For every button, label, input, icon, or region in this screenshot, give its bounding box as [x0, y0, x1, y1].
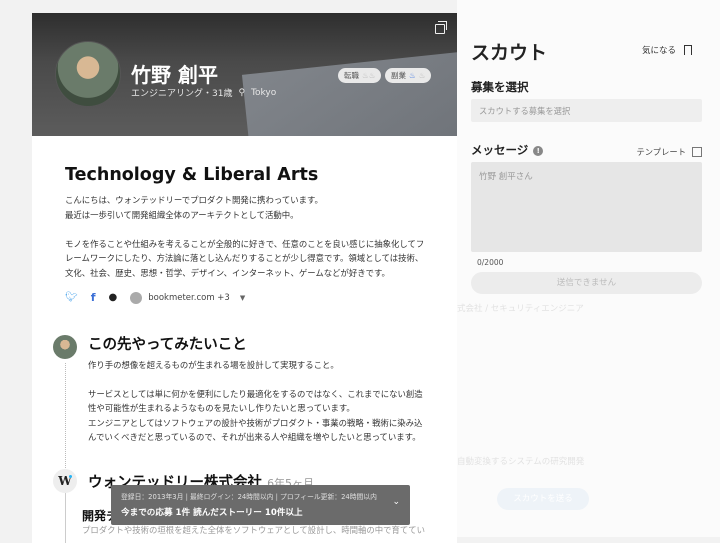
info-icon[interactable]: ! — [533, 146, 544, 156]
future-heading: この先やってみたいこと — [88, 337, 247, 353]
send-button[interactable]: 送信できません — [471, 272, 702, 294]
intro-text: こんにちは、ウォンテッドリーでプロダクト開発に携わっています。 最近は一歩引いて… — [65, 193, 425, 280]
char-count: 0/2000 — [477, 258, 504, 267]
section-avatar — [53, 335, 77, 359]
twitter-icon[interactable]: 🐦︎ — [65, 292, 78, 303]
github-icon[interactable]: ● — [109, 292, 118, 303]
flame-icon: ♨♨ — [362, 71, 376, 80]
template-button[interactable]: テンプレート — [636, 146, 702, 158]
profile-headline: Technology & Liberal Arts — [65, 165, 319, 185]
social-links: 🐦︎ f ● bookmeter.com +3 ▼ — [65, 291, 245, 304]
template-label: テンプレート — [636, 147, 686, 157]
scout-title: スカウト — [471, 42, 548, 64]
copy-icon[interactable] — [435, 21, 447, 34]
message-textarea[interactable]: 竹野 創平さん — [471, 162, 702, 252]
send-scout-button: スカウトを送る — [497, 488, 589, 510]
activity-meta: 登録日：2013年3月 | 最終ログイン：24時間以内 | プロフィール更新：2… — [121, 493, 377, 501]
future-text: 作り手の想像を超えるものが生まれる場を設計して実現すること。 サービスとしては単… — [88, 358, 448, 445]
intro-line: モノを作ることや仕組みを考えることが全般的に好きで、任意のことを良い感じに抽象化… — [65, 238, 425, 249]
timeline-dotted-line — [65, 363, 66, 468]
scout-panel: 式会社 / セキュリティエンジニア 自動変換するシステムの研究開発 スカウトを送… — [457, 0, 720, 537]
profile-name: 竹野 創平 — [131, 63, 218, 87]
flame-icon: ♨ — [418, 71, 426, 80]
future-line: 性や可能性が生まれるようなものを見たいし作りたいと思っています。 — [88, 403, 355, 413]
company-logo: W — [53, 469, 77, 493]
badge-label: 転職 — [344, 71, 359, 80]
future-line: んでいくべきだと思っているので、それが出来る人や組織を増やしたいと思っています。 — [88, 432, 421, 442]
badge-label: 副業 — [391, 71, 406, 80]
website-link[interactable]: bookmeter.com +3 ▼ — [130, 291, 245, 304]
future-line: サービスとしては単に何かを便利にしたり最適化をするのではなく、これまでにない創造 — [88, 388, 423, 399]
profile-role-age: エンジニアリング・31歳 — [131, 89, 233, 99]
bookmark-icon — [684, 45, 692, 55]
background-text: 自動変換するシステムの研究開発 — [457, 457, 585, 467]
facebook-icon[interactable]: f — [91, 291, 96, 304]
activity-stats: 今までの応募 1件 読んだストーリー 10件以上 — [121, 508, 303, 518]
message-label: メッセージ! — [471, 142, 544, 158]
template-icon — [692, 147, 702, 157]
background-text: 式会社 / セキュリティエンジニア — [457, 304, 584, 314]
future-line: 作り手の想像を超えるものが生まれる場を設計して実現すること。 — [88, 360, 339, 370]
location-pin-icon: ⚲ — [238, 87, 246, 98]
chevron-down-icon[interactable]: ⌄ — [392, 497, 400, 507]
flame-icon: ♨ — [409, 71, 416, 80]
timeline-line — [65, 493, 66, 543]
intro-line: 文化、社会、歴史、思想・哲学、デザイン、インターネット、ゲームなどが好きです。 — [65, 267, 390, 278]
badge-side-job: 副業 ♨ ♨ — [385, 68, 432, 83]
caret-down-icon[interactable]: ▼ — [240, 294, 245, 302]
profile-subtitle: エンジニアリング・31歳 ⚲ Tokyo — [131, 86, 277, 100]
profile-location: Tokyo — [251, 87, 277, 98]
experience-desc: プロダクトや技術の垣根を超えた全体をソフトウェアとして設計し、時間軸の中で育てて… — [82, 525, 425, 535]
intro-line: こんにちは、ウォンテッドリーでプロダクト開発に携わっています。 — [65, 195, 323, 205]
future-line: エンジニアとしてはソフトウェアの設計や技術がプロダクト・事業の戦略・戦術に染み込 — [88, 417, 423, 428]
intro-line: レームワークにしたり、方法論に落とし込んだりすることが少し得意です。領域としては… — [65, 253, 424, 263]
avatar — [55, 41, 121, 107]
watch-label: 気になる — [641, 46, 676, 56]
message-label-text: メッセージ — [471, 143, 529, 157]
recruit-label: 募集を選択 — [471, 80, 529, 94]
profile-card: 竹野 創平 エンジニアリング・31歳 ⚲ Tokyo 転職 ♨♨ 副業 ♨ ♨ Tec… — [32, 13, 457, 543]
globe-icon — [130, 291, 143, 304]
website-label: bookmeter.com +3 — [148, 292, 230, 303]
badge-job-change: 転職 ♨♨ — [338, 68, 382, 83]
watch-button[interactable]: 気になる — [642, 44, 692, 56]
candidate-activity-toast[interactable]: 登録日：2013年3月 | 最終ログイン：24時間以内 | プロフィール更新：2… — [111, 485, 410, 525]
profile-header: 竹野 創平 エンジニアリング・31歳 ⚲ Tokyo 転職 ♨♨ 副業 ♨ ♨ — [32, 13, 457, 136]
recruit-select[interactable]: スカウトする募集を選択 — [471, 99, 702, 122]
intro-line: 最近は一歩引いて開発組織全体のアーキテクトとして活動中。 — [65, 209, 299, 220]
